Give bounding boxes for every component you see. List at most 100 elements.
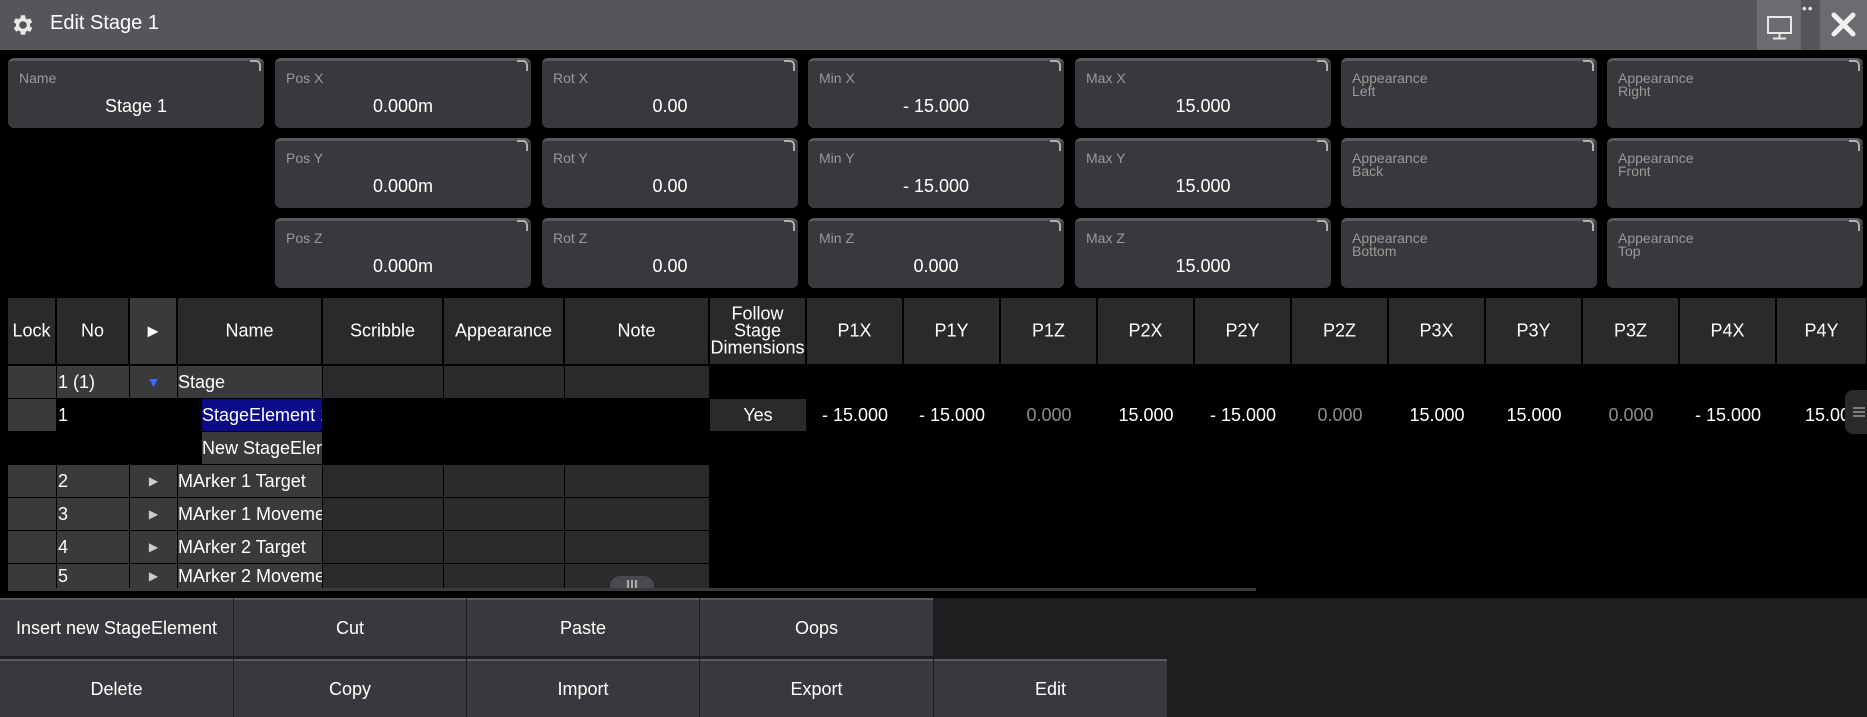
delete-button[interactable]: Delete [0, 659, 233, 717]
appearance-left-field[interactable]: Appearance Left [1341, 58, 1597, 128]
appearance-cell[interactable] [444, 531, 564, 563]
expand-icon[interactable]: ▶ [130, 564, 177, 588]
col-header-p3z[interactable]: P3Z [1583, 298, 1679, 364]
pos-y-field[interactable]: Pos Y 0.000m [275, 138, 531, 208]
col-header-p1x[interactable]: P1X [807, 298, 903, 364]
col-header-name[interactable]: Name [178, 298, 322, 364]
appearance-cell[interactable] [444, 498, 564, 530]
col-header-p3x[interactable]: P3X [1389, 298, 1485, 364]
p4x-cell[interactable]: - 15.000 [1680, 399, 1776, 431]
note-cell[interactable] [565, 465, 709, 497]
note-cell[interactable] [565, 498, 709, 530]
appearance-bottom-label: Appearance Bottom [1352, 230, 1428, 259]
resize-handle[interactable] [610, 576, 654, 588]
pos-x-field[interactable]: Pos X 0.000m [275, 58, 531, 128]
p3y-cell[interactable]: 15.000 [1486, 399, 1582, 431]
col-header-note[interactable]: Note [565, 298, 709, 364]
scribble-cell[interactable] [323, 564, 443, 588]
lock-cell[interactable] [8, 465, 56, 497]
p3z-cell[interactable]: 0.000 [1583, 399, 1679, 431]
export-button[interactable]: Export [700, 659, 933, 717]
rot-x-label: Rot X [553, 70, 589, 86]
rot-x-field[interactable]: Rot X 0.00 [542, 58, 798, 128]
appearance-right-field[interactable]: Appearance Right [1607, 58, 1863, 128]
min-y-field[interactable]: Min Y - 15.000 [808, 138, 1064, 208]
rot-z-field[interactable]: Rot Z 0.00 [542, 218, 798, 288]
max-z-value: 15.000 [1175, 256, 1231, 276]
appearance-front-field[interactable]: Appearance Front [1607, 138, 1863, 208]
lock-cell[interactable] [8, 399, 56, 431]
max-y-field[interactable]: Max Y 15.000 [1075, 138, 1331, 208]
lock-cell[interactable] [8, 366, 56, 398]
lock-cell[interactable] [8, 564, 56, 588]
expand-icon[interactable]: ▶ [130, 531, 177, 563]
col-header-no[interactable]: No [57, 298, 129, 364]
col-header-p4y[interactable]: P4Y [1777, 298, 1867, 364]
col-header-p4x[interactable]: P4X [1680, 298, 1776, 364]
scribble-cell[interactable] [323, 465, 443, 497]
col-header-scribble[interactable]: Scribble [323, 298, 443, 364]
max-x-field[interactable]: Max X 15.000 [1075, 58, 1331, 128]
col-header-p2z[interactable]: P2Z [1292, 298, 1388, 364]
insert-stage-element-button[interactable]: Insert new StageElement [0, 598, 233, 656]
appearance-cell[interactable] [444, 465, 564, 497]
display-button[interactable] [1757, 0, 1801, 50]
appearance-back-field[interactable]: Appearance Back [1341, 138, 1597, 208]
p1x-cell[interactable]: - 15.000 [807, 399, 903, 431]
col-header-follow-stage[interactable]: Follow Stage Dimensions [710, 298, 806, 364]
expand-icon[interactable]: ▶ [130, 465, 177, 497]
edit-stage-window: { "window": { "title": "Edit Stage 1" },… [0, 0, 1867, 717]
paste-button[interactable]: Paste [467, 598, 699, 656]
col-header-p3y[interactable]: P3Y [1486, 298, 1582, 364]
oops-button[interactable]: Oops [700, 598, 933, 656]
p1z-cell[interactable]: 0.000 [1001, 399, 1097, 431]
p4y-cell[interactable]: 15.000 [1777, 399, 1845, 431]
col-header-lock[interactable]: Lock [8, 298, 56, 364]
note-cell[interactable] [565, 531, 709, 563]
p2x-cell[interactable]: 15.000 [1098, 399, 1194, 431]
note-cell[interactable] [565, 366, 709, 398]
min-x-field[interactable]: Min X - 15.000 [808, 58, 1064, 128]
col-header-p1z[interactable]: P1Z [1001, 298, 1097, 364]
collapse-icon[interactable]: ▼ [130, 366, 177, 398]
cut-button[interactable]: Cut [234, 598, 466, 656]
col-header-p1y[interactable]: P1Y [904, 298, 1000, 364]
expand-icon[interactable]: ▶ [130, 498, 177, 530]
horizontal-scrollbar[interactable] [8, 588, 1256, 591]
col-header-appearance[interactable]: Appearance [444, 298, 564, 364]
pos-z-field[interactable]: Pos Z 0.000m [275, 218, 531, 288]
p2y-cell[interactable]: - 15.000 [1195, 399, 1291, 431]
appearance-cell[interactable] [444, 564, 564, 588]
close-button[interactable] [1820, 0, 1867, 50]
lock-cell[interactable] [8, 498, 56, 530]
gear-icon[interactable] [10, 12, 36, 38]
name-field[interactable]: Name Stage 1 [8, 58, 264, 128]
follow-stage-cell[interactable]: Yes [710, 399, 806, 431]
max-x-value: 15.000 [1175, 96, 1231, 116]
col-header-p2y[interactable]: P2Y [1195, 298, 1291, 364]
rot-y-field[interactable]: Rot Y 0.00 [542, 138, 798, 208]
new-element-cell[interactable]: New StageElement [202, 432, 322, 464]
scribble-cell[interactable] [323, 531, 443, 563]
p3x-cell[interactable]: 15.000 [1389, 399, 1485, 431]
col-header-expand[interactable]: ▶ [130, 298, 177, 364]
edit-button[interactable]: Edit [934, 659, 1167, 717]
vertical-scrollbar[interactable] [1845, 390, 1867, 434]
min-z-field[interactable]: Min Z 0.000 [808, 218, 1064, 288]
col-header-p2x[interactable]: P2X [1098, 298, 1194, 364]
rot-z-label: Rot Z [553, 230, 588, 246]
p2z-cell[interactable]: 0.000 [1292, 399, 1388, 431]
p1y-cell[interactable]: - 15.000 [904, 399, 1000, 431]
import-button[interactable]: Import [467, 659, 699, 717]
name-cell-selected[interactable]: StageElement 1 [202, 399, 322, 431]
max-z-field[interactable]: Max Z 15.000 [1075, 218, 1331, 288]
min-x-value: - 15.000 [902, 96, 970, 116]
scribble-cell[interactable] [323, 366, 443, 398]
appearance-cell[interactable] [444, 366, 564, 398]
scribble-cell[interactable] [323, 498, 443, 530]
appearance-top-field[interactable]: Appearance Top [1607, 218, 1863, 288]
copy-button[interactable]: Copy [234, 659, 466, 717]
lock-cell[interactable] [8, 531, 56, 563]
appearance-bottom-field[interactable]: Appearance Bottom [1341, 218, 1597, 288]
scroll-grip-icon [1853, 407, 1865, 417]
